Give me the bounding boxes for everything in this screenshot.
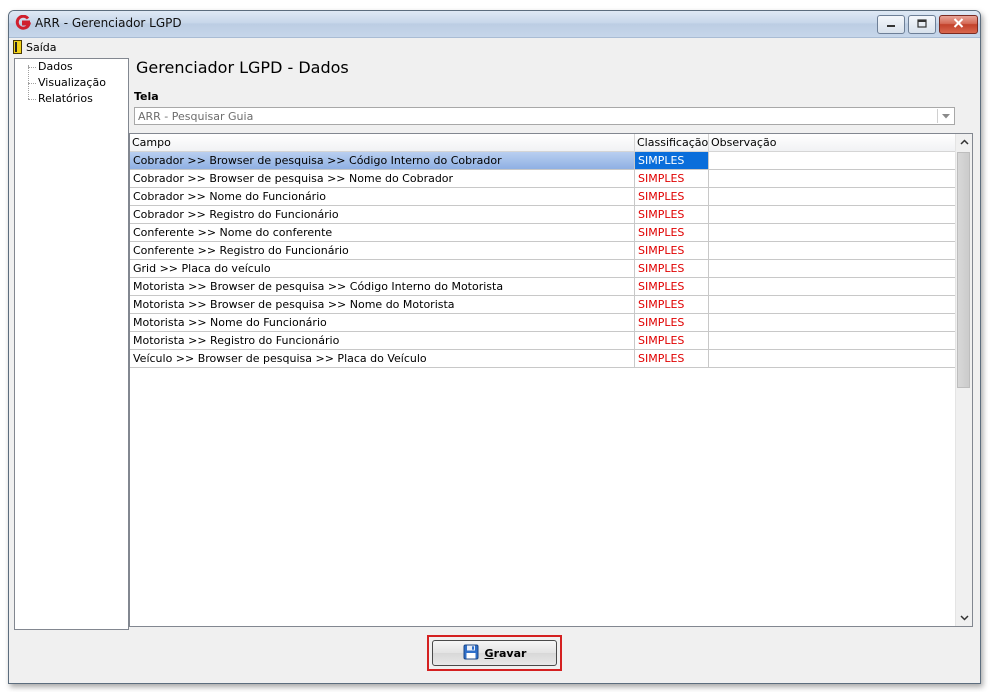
tree-item-dados[interactable]: Dados xyxy=(38,60,73,73)
cell-classificacao[interactable]: SIMPLES xyxy=(635,314,709,332)
scroll-up-icon[interactable] xyxy=(956,134,972,150)
title-bar[interactable]: ARR - Gerenciador LGPD xyxy=(9,11,980,38)
column-header-observacao[interactable]: Observação xyxy=(709,134,958,151)
app-window: ARR - Gerenciador LGPD Saída Dados Visua… xyxy=(8,10,981,684)
vertical-scrollbar[interactable] xyxy=(955,134,972,626)
cell-classificacao[interactable]: SIMPLES xyxy=(635,278,709,296)
table-row[interactable]: Cobrador >> Browser de pesquisa >> Códig… xyxy=(130,152,958,170)
cell-observacao[interactable] xyxy=(709,332,958,350)
cell-observacao[interactable] xyxy=(709,278,958,296)
tree-item-relatorios[interactable]: Relatórios xyxy=(38,92,93,105)
cell-classificacao[interactable]: SIMPLES xyxy=(635,296,709,314)
cell-classificacao[interactable]: SIMPLES xyxy=(635,350,709,368)
close-icon xyxy=(953,18,964,31)
tree-connector xyxy=(28,67,36,68)
window-title: ARR - Gerenciador LGPD xyxy=(35,16,182,30)
cell-classificacao[interactable]: SIMPLES xyxy=(635,242,709,260)
scrollbar-thumb[interactable] xyxy=(957,152,970,388)
table-row[interactable]: Motorista >> Browser de pesquisa >> Nome… xyxy=(130,296,958,314)
tree-connector xyxy=(28,99,36,100)
menu-exit-label: Saída xyxy=(26,40,57,54)
cell-observacao[interactable] xyxy=(709,242,958,260)
navigation-tree: Dados Visualização Relatórios xyxy=(14,58,129,630)
tree-connector xyxy=(28,65,29,99)
cell-classificacao[interactable]: SIMPLES xyxy=(635,260,709,278)
cell-observacao[interactable] xyxy=(709,188,958,206)
table-row[interactable]: Cobrador >> Browser de pesquisa >> Nome … xyxy=(130,170,958,188)
table-row[interactable]: Cobrador >> Registro do Funcionário SIMPL… xyxy=(130,206,958,224)
save-button-label: Gravar xyxy=(484,646,527,660)
cell-observacao[interactable] xyxy=(709,224,958,242)
tree-item-visualizacao[interactable]: Visualização xyxy=(38,76,106,89)
close-button[interactable] xyxy=(939,15,978,34)
tela-select-value: ARR - Pesquisar Guia xyxy=(138,110,254,123)
table-row[interactable]: Conferente >> Registro do Funcionário SIM… xyxy=(130,242,958,260)
save-button[interactable]: Gravar xyxy=(432,640,557,666)
minimize-icon xyxy=(886,18,896,31)
table-row[interactable]: Cobrador >> Nome do Funcionário SIMPLES xyxy=(130,188,958,206)
table-row[interactable]: Motorista >> Browser de pesquisa >> Códi… xyxy=(130,278,958,296)
cell-campo[interactable]: Motorista >> Nome do Funcionário xyxy=(130,314,635,332)
cell-campo[interactable]: Cobrador >> Browser de pesquisa >> Nome … xyxy=(130,170,635,188)
grid-header: Campo Classificação Observação xyxy=(130,134,958,152)
cell-observacao[interactable] xyxy=(709,260,958,278)
cell-classificacao[interactable]: SIMPLES xyxy=(635,206,709,224)
table-row[interactable]: Conferente >> Nome do conferente SIMPLES xyxy=(130,224,958,242)
table-row[interactable]: Veículo >> Browser de pesquisa >> Placa … xyxy=(130,350,958,368)
minimize-button[interactable] xyxy=(877,15,905,34)
cell-classificacao[interactable]: SIMPLES xyxy=(635,152,709,170)
cell-classificacao[interactable]: SIMPLES xyxy=(635,224,709,242)
cell-campo[interactable]: Motorista >> Browser de pesquisa >> Nome… xyxy=(130,296,635,314)
cell-observacao[interactable] xyxy=(709,314,958,332)
menu-bar: Saída xyxy=(9,38,980,56)
cell-campo[interactable]: Cobrador >> Nome do Funcionário xyxy=(130,188,635,206)
tree-connector xyxy=(28,83,36,84)
maximize-icon xyxy=(917,18,927,31)
table-row[interactable]: Grid >> Placa do veículo SIMPLES xyxy=(130,260,958,278)
table-row[interactable]: Motorista >> Registro do Funcionário SIMP… xyxy=(130,332,958,350)
cell-observacao[interactable] xyxy=(709,170,958,188)
cell-campo[interactable]: Motorista >> Registro do Funcionário xyxy=(130,332,635,350)
data-grid: Campo Classificação Observação Cobrador … xyxy=(129,133,973,627)
tela-select[interactable]: ARR - Pesquisar Guia xyxy=(134,107,955,125)
cell-campo[interactable]: Conferente >> Registro do Funcionário xyxy=(130,242,635,260)
cell-classificacao[interactable]: SIMPLES xyxy=(635,170,709,188)
cell-classificacao[interactable]: SIMPLES xyxy=(635,188,709,206)
cell-campo[interactable]: Motorista >> Browser de pesquisa >> Códi… xyxy=(130,278,635,296)
cell-campo[interactable]: Veículo >> Browser de pesquisa >> Placa … xyxy=(130,350,635,368)
table-row[interactable]: Motorista >> Nome do Funcionário SIMPLES xyxy=(130,314,958,332)
save-button-highlight: Gravar xyxy=(427,635,562,671)
column-header-classificacao[interactable]: Classificação xyxy=(635,134,709,151)
column-header-campo[interactable]: Campo xyxy=(130,134,635,151)
cell-campo[interactable]: Grid >> Placa do veículo xyxy=(130,260,635,278)
cell-classificacao[interactable]: SIMPLES xyxy=(635,332,709,350)
cell-observacao[interactable] xyxy=(709,350,958,368)
menu-exit[interactable]: Saída xyxy=(13,39,57,55)
cell-observacao[interactable] xyxy=(709,296,958,314)
cell-campo[interactable]: Conferente >> Nome do conferente xyxy=(130,224,635,242)
maximize-button[interactable] xyxy=(908,15,936,34)
tela-label: Tela xyxy=(134,90,159,103)
floppy-disk-icon xyxy=(463,644,479,663)
exit-door-icon xyxy=(13,40,22,54)
app-logo-icon xyxy=(15,15,31,31)
page-title: Gerenciador LGPD - Dados xyxy=(136,58,349,77)
chevron-down-icon[interactable] xyxy=(937,109,953,123)
cell-observacao[interactable] xyxy=(709,206,958,224)
cell-campo[interactable]: Cobrador >> Registro do Funcionário xyxy=(130,206,635,224)
cell-campo[interactable]: Cobrador >> Browser de pesquisa >> Códig… xyxy=(130,152,635,170)
cell-observacao[interactable] xyxy=(709,152,958,170)
scroll-down-icon[interactable] xyxy=(956,610,972,626)
